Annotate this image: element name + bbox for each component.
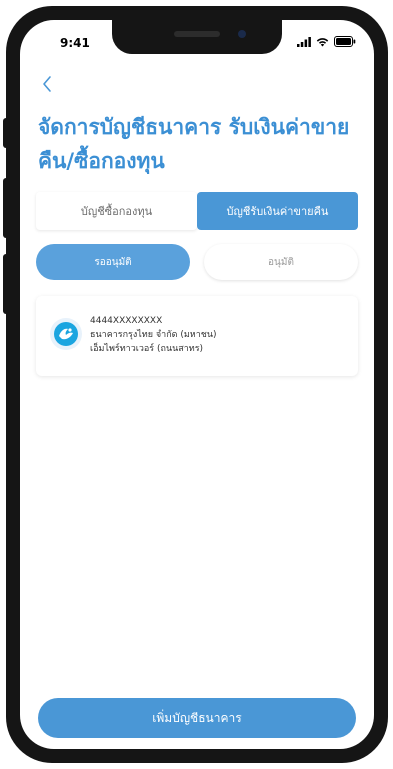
tab-pending[interactable]: รออนุมัติ xyxy=(36,244,190,280)
status-tabs: รออนุมัติ อนุมัติ xyxy=(36,244,358,280)
krungthai-bank-icon xyxy=(50,318,82,350)
app-screen: 9:41 จัดการบัญชีธนาคาร รับเงินค่าขายคืน/… xyxy=(20,20,374,749)
account-details: 4444XXXXXXXX ธนาคารกรุงไทย จำกัด (มหาชน)… xyxy=(90,314,217,356)
notch xyxy=(112,20,282,54)
camera xyxy=(238,30,246,38)
status-time: 9:41 xyxy=(60,36,90,50)
phone-frame: 9:41 จัดการบัญชีธนาคาร รับเงินค่าขายคืน/… xyxy=(6,6,388,763)
add-bank-account-button[interactable]: เพิ่มบัญชีธนาคาร xyxy=(38,698,356,738)
bank-name: ธนาคารกรุงไทย จำกัด (มหาชน) xyxy=(90,330,217,340)
account-type-tabs: บัญชีซื้อกองทุน บัญชีรับเงินค่าขายคืน xyxy=(36,192,358,230)
status-icons xyxy=(297,36,356,47)
page-title: จัดการบัญชีธนาคาร รับเงินค่าขายคืน/ซื้อก… xyxy=(38,115,350,173)
back-button[interactable] xyxy=(36,72,60,96)
signal-icon xyxy=(297,36,311,47)
branch-name: เอ็มไพร์ทาวเวอร์ (ถนนสาทร) xyxy=(90,344,204,354)
account-number: 4444XXXXXXXX xyxy=(90,316,163,326)
chevron-left-icon xyxy=(43,76,51,92)
wifi-icon xyxy=(316,37,329,46)
tab-purchase-account[interactable]: บัญชีซื้อกองทุน xyxy=(36,192,197,230)
tab-approved[interactable]: อนุมัติ xyxy=(204,244,358,280)
speaker xyxy=(174,31,220,37)
bank-account-card[interactable]: 4444XXXXXXXX ธนาคารกรุงไทย จำกัด (มหาชน)… xyxy=(36,296,358,376)
battery-icon xyxy=(334,36,356,47)
tab-redemption-account[interactable]: บัญชีรับเงินค่าขายคืน xyxy=(197,192,358,230)
